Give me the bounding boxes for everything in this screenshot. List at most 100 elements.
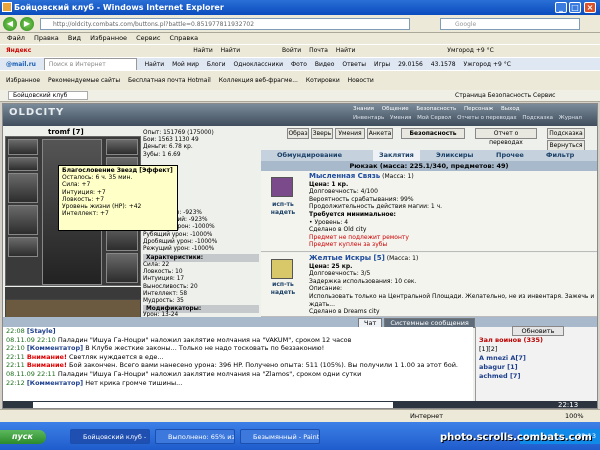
command-bar[interactable]: Страница Безопасность Сервис: [455, 90, 555, 102]
subnav-inventory[interactable]: Инвентарь: [353, 115, 384, 121]
menu-edit[interactable]: Правка: [34, 34, 59, 42]
task-download[interactable]: Выполнено: 65% из ...: [155, 429, 235, 444]
minimize-button[interactable]: _: [555, 2, 567, 13]
url-input[interactable]: http://oldcity.combats.com/buttons.pl?ba…: [40, 18, 410, 30]
mailru-video[interactable]: Видео: [315, 59, 335, 70]
mailru-games[interactable]: Игры: [374, 59, 390, 70]
menu-file[interactable]: Файл: [7, 34, 25, 42]
helmet-slot[interactable]: [8, 139, 38, 155]
task-ie[interactable]: Бойцовский клуб - ...: [70, 429, 150, 444]
yandex-find3-button[interactable]: Найти: [336, 45, 355, 57]
profile-button[interactable]: Анкета: [367, 128, 393, 139]
nav-character[interactable]: Персонаж: [464, 106, 493, 112]
start-button[interactable]: пуск: [0, 430, 46, 444]
nav-security[interactable]: Безопасность: [416, 106, 456, 112]
item-price: Цена: 25 кр.: [309, 262, 353, 270]
tab-spells[interactable]: Заклятия: [373, 150, 420, 161]
user-entry[interactable]: A mnezi A[7]: [479, 354, 597, 363]
skills-button[interactable]: Умения: [335, 128, 365, 139]
weapon-slot[interactable]: [8, 173, 38, 203]
characteristics-header[interactable]: Характеристики:: [143, 254, 259, 262]
forward-button[interactable]: ▶: [20, 17, 34, 31]
subnav-server[interactable]: Мой Сервол: [417, 115, 451, 121]
necklace-slot[interactable]: [8, 157, 38, 171]
tooltip-remaining: Осталось: 6 ч. 35 мин.: [62, 174, 133, 182]
fav-webslices[interactable]: Коллекция веб-фрагме...: [219, 71, 298, 90]
search-input[interactable]: Google: [440, 18, 580, 30]
mailru-logo[interactable]: @mail.ru: [6, 59, 36, 70]
item-durability: Долговечность: 4/100: [309, 188, 378, 196]
yandex-find2-button[interactable]: Найти: [221, 45, 240, 57]
user-entry[interactable]: achmed [7]: [479, 372, 597, 381]
game-frame: OLDCITY Знания Общение Безопасность Перс…: [2, 103, 598, 409]
image-button[interactable]: Образ: [287, 128, 309, 139]
security-button[interactable]: Безопасность: [401, 128, 465, 139]
chat-log[interactable]: 22:08 [Stayle] 08.11.09 22:10 Паладин "И…: [3, 327, 473, 401]
favorites-button[interactable]: Избранное: [6, 71, 40, 90]
nav-knowledge[interactable]: Знания: [353, 106, 374, 112]
back-button[interactable]: ◀: [3, 17, 17, 31]
refresh-button[interactable]: Обновить: [512, 326, 564, 336]
stat-intuition: Интуиция: 17: [143, 276, 185, 283]
fav-news[interactable]: Новости: [348, 71, 374, 90]
item-use-button[interactable]: исп-ть надеть: [263, 281, 303, 296]
hint-button[interactable]: Подсказка: [547, 128, 585, 139]
yandex-logo[interactable]: Яндекс: [6, 45, 31, 57]
armor-slot[interactable]: [8, 205, 38, 235]
item-durability: Долговечность: 3/5: [309, 270, 371, 278]
tab-equipment[interactable]: Обмундирование: [277, 150, 342, 161]
fav-recommended[interactable]: Рекомендуемые сайты: [48, 71, 120, 90]
fav-hotmail[interactable]: Бесплатная почта Hotmail: [128, 71, 211, 90]
task-paint[interactable]: Безымянный - Paint: [240, 429, 320, 444]
menu-view[interactable]: Вид: [68, 34, 81, 42]
mailru-find-button[interactable]: Найти: [145, 59, 164, 70]
item-use-button[interactable]: исп-ть надеть: [263, 201, 303, 216]
mailru-blogs[interactable]: Блоги: [207, 59, 226, 70]
mailru-myworld[interactable]: Мой мир: [172, 59, 199, 70]
tooltip-intellect: Интеллект: +7: [62, 210, 109, 218]
userlist-pages[interactable]: [1][2]: [479, 345, 597, 354]
game-header: OLDCITY Знания Общение Безопасность Перс…: [3, 104, 597, 126]
tab-filter[interactable]: Фильтр: [546, 150, 574, 161]
stat-crush: Дробящий урон: -1000%: [143, 238, 218, 245]
menu-help[interactable]: Справка: [170, 34, 199, 42]
mailru-photo[interactable]: Фото: [291, 59, 307, 70]
earring-slot[interactable]: [106, 139, 138, 155]
subnav-skills[interactable]: Умения: [390, 115, 411, 121]
yandex-login-button[interactable]: Войти: [282, 45, 301, 57]
yandex-weather[interactable]: Умгород +9 °C: [447, 45, 493, 57]
subnav-hint[interactable]: Подсказка: [522, 115, 553, 121]
browser-tab[interactable]: Бойцовский клуб: [8, 91, 89, 100]
close-button[interactable]: ×: [584, 2, 596, 13]
boots-slot[interactable]: [106, 253, 138, 283]
mailru-weather: Ужгород +9 °C: [463, 61, 511, 68]
chat-input[interactable]: [33, 402, 393, 408]
usd-rate: 29.0156: [398, 61, 423, 68]
favorites-bar: Избранное Рекомендуемые сайты Бесплатная…: [0, 70, 600, 90]
item-name[interactable]: Мысленная Связь: [309, 172, 380, 180]
user-entry[interactable]: abagur [1]: [479, 363, 597, 372]
mailru-search-input[interactable]: Поиск в Интернет: [43, 58, 137, 70]
subnav-journal[interactable]: Журнал: [559, 115, 582, 121]
nav-chat[interactable]: Общение: [382, 106, 409, 112]
menu-tools[interactable]: Сервис: [136, 34, 160, 42]
tab-elixirs[interactable]: Эликсиры: [436, 150, 473, 161]
nav-exit[interactable]: Выход: [501, 106, 520, 112]
belt-slot[interactable]: [8, 237, 38, 257]
transfer-report-button[interactable]: Отчет о переводах: [475, 128, 537, 146]
fav-quotes[interactable]: Котировки: [306, 71, 340, 90]
chat-divider[interactable]: [3, 317, 597, 327]
item-mass: (Масса: 1): [386, 255, 419, 262]
pet-button[interactable]: Зверь: [311, 128, 333, 139]
character-name[interactable]: tromf [7]: [48, 128, 84, 136]
mailru-answers[interactable]: Ответы: [342, 59, 366, 70]
yandex-mail-button[interactable]: Почта: [309, 45, 328, 57]
tab-other[interactable]: Прочее: [496, 150, 524, 161]
mailru-classmates[interactable]: Одноклассники: [233, 59, 283, 70]
menu-favorites[interactable]: Избранное: [90, 34, 127, 42]
subnav-reports[interactable]: Отчеты о переводах: [457, 115, 516, 121]
yandex-find-button[interactable]: Найти: [193, 45, 212, 57]
maximize-button[interactable]: □: [569, 2, 581, 13]
inventory-item: исп-ть надеть Желтые Искры [5] (Масса: 1…: [261, 253, 597, 317]
item-name[interactable]: Желтые Искры [5]: [309, 254, 385, 262]
